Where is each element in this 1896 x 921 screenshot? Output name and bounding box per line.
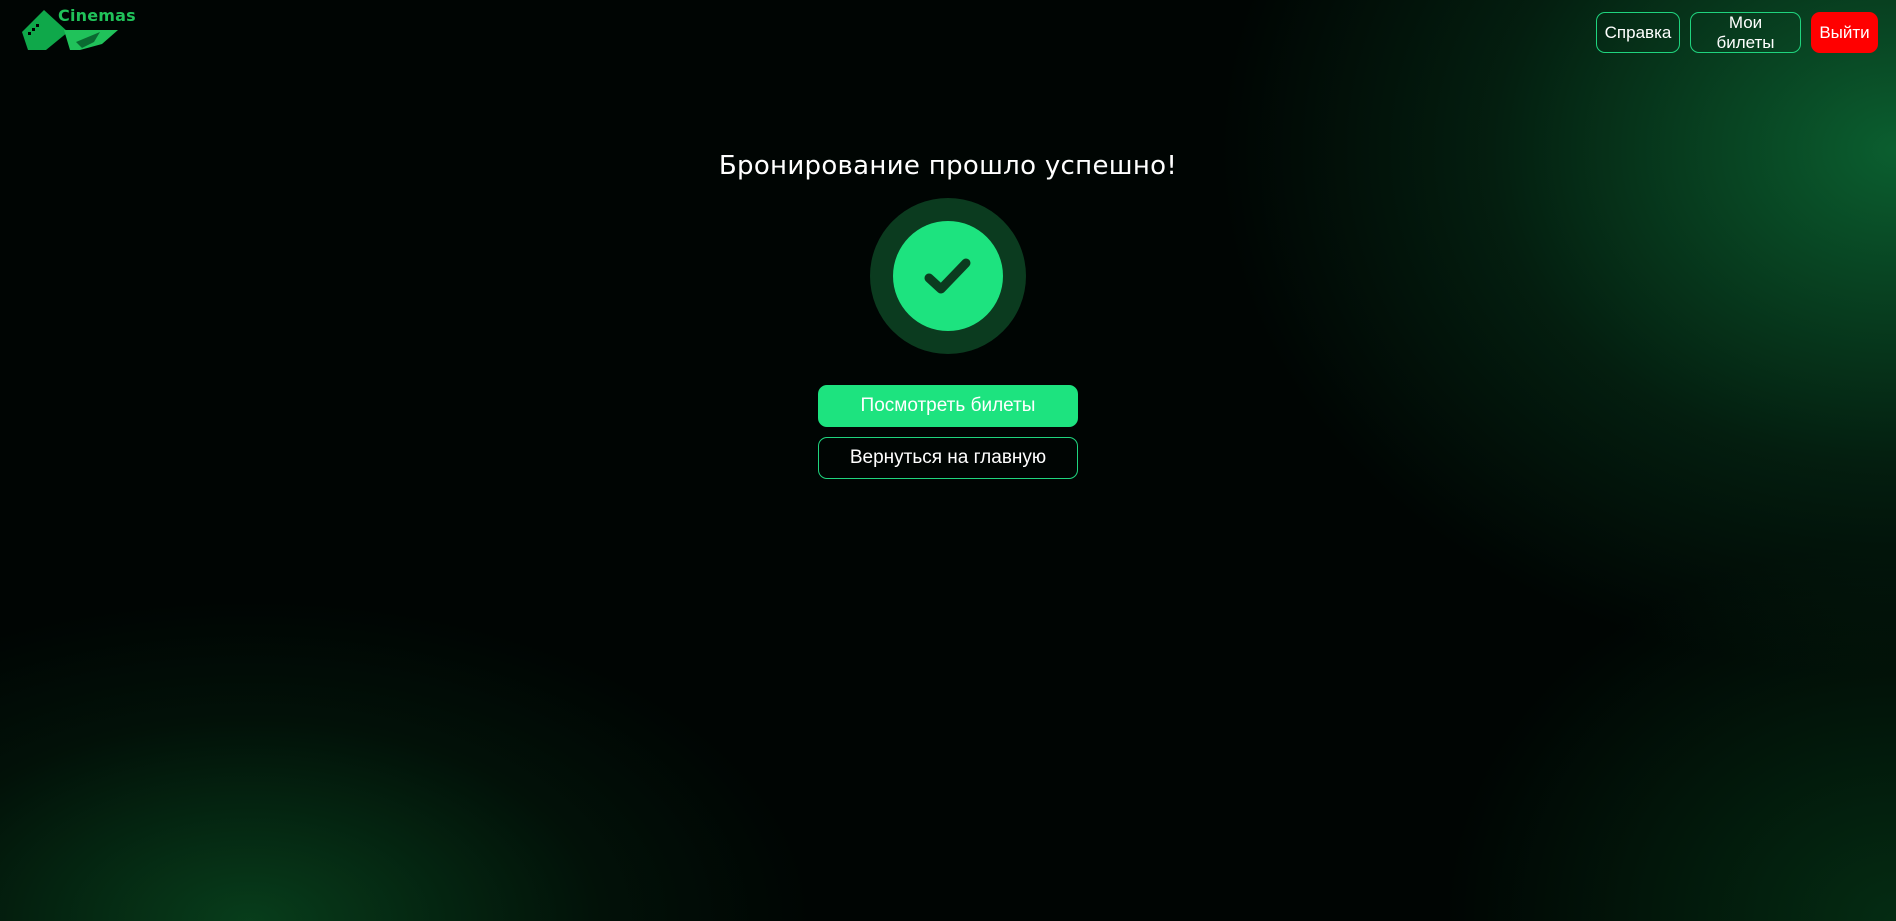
logo[interactable]: Cinemas xyxy=(20,6,136,52)
page-title: Бронирование прошло успешно! xyxy=(718,151,1178,181)
checkmark-icon xyxy=(924,258,971,294)
logout-button[interactable]: Выйти xyxy=(1811,12,1878,53)
header: Cinemas Справка Мои билеты Выйти xyxy=(0,0,1896,64)
check-circle-inner xyxy=(893,221,1003,331)
brand-name: Cinemas xyxy=(58,6,136,25)
booking-success-panel: Бронирование прошло успешно! Посмотреть … xyxy=(0,148,1896,479)
help-button[interactable]: Справка xyxy=(1596,12,1680,53)
view-tickets-button[interactable]: Посмотреть билеты xyxy=(818,385,1078,427)
my-tickets-button[interactable]: Мои билеты xyxy=(1690,12,1801,53)
top-nav: Справка Мои билеты Выйти xyxy=(1596,12,1878,53)
back-home-button[interactable]: Вернуться на главную xyxy=(818,437,1078,479)
check-circle-icon xyxy=(870,198,1026,354)
